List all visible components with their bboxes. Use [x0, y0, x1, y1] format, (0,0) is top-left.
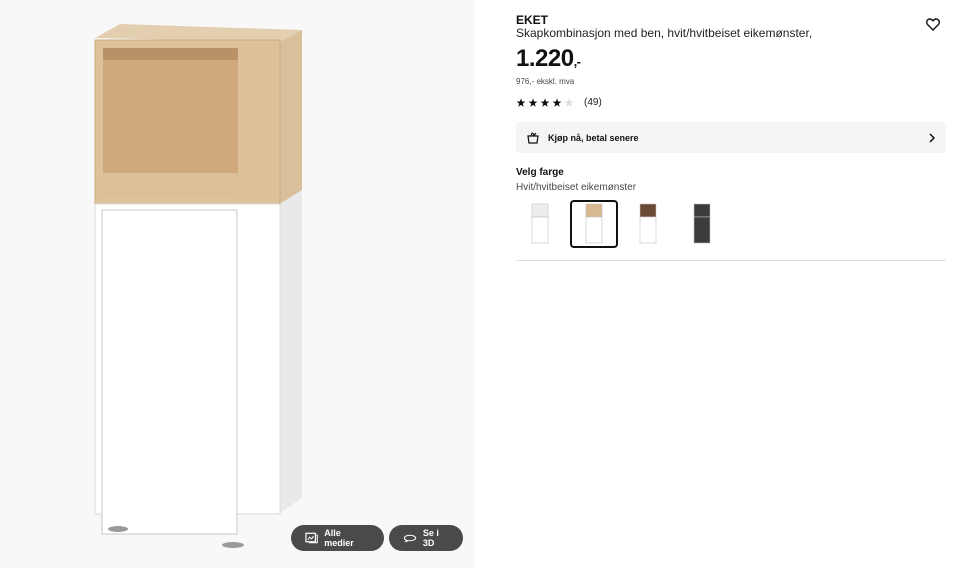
price-suffix: ,-: [573, 54, 581, 69]
gallery-icon: [305, 532, 318, 544]
color-swatch-white[interactable]: [516, 200, 564, 248]
all-media-label: Alle medier: [324, 528, 354, 548]
product-image[interactable]: [80, 18, 320, 553]
product-description: Skapkombinasjon med ben, hvit/hvitbeiset…: [516, 26, 813, 40]
review-count: (49): [584, 97, 602, 108]
chevron-right-icon: [929, 132, 936, 143]
all-media-button[interactable]: Alle medier: [291, 525, 384, 551]
color-swatch-white-oak[interactable]: [570, 200, 618, 248]
product-price: 1.220,-: [516, 45, 581, 73]
klarna-pay-later[interactable]: Kjøp nå, betal senere: [516, 122, 946, 153]
star-icon: [516, 97, 526, 107]
swatch-thumbnail: [585, 203, 603, 244]
swatch-thumbnail: [531, 203, 549, 244]
color-swatches: [516, 200, 726, 248]
color-selected-label: Hvit/hvitbeiset eikemønster: [516, 182, 637, 193]
klarna-bag-icon: [527, 132, 539, 144]
star-icon: [528, 97, 538, 107]
3d-icon: [403, 534, 417, 543]
view-3d-button[interactable]: Se i 3D: [389, 525, 463, 551]
color-swatch-dark-grey[interactable]: [678, 200, 726, 248]
star-icon: [552, 97, 562, 107]
rating[interactable]: (49): [516, 97, 602, 108]
price-excl-vat: 976,- ekskl. mva: [516, 77, 575, 86]
divider: [516, 260, 946, 261]
product-brand: EKET: [516, 13, 549, 27]
color-swatch-walnut-white[interactable]: [624, 200, 672, 248]
heart-icon[interactable]: [926, 18, 940, 31]
klarna-label: Kjøp nå, betal senere: [548, 132, 639, 143]
color-picker-title: Velg farge: [516, 167, 564, 178]
view-3d-label: Se i 3D: [422, 528, 439, 548]
star-icon: [540, 97, 550, 107]
rating-stars: [516, 97, 574, 107]
swatch-thumbnail: [693, 203, 711, 244]
star-icon: [564, 97, 574, 107]
price-main: 1.220: [516, 45, 574, 72]
product-gallery: Alle medier Se i 3D: [0, 0, 475, 568]
swatch-thumbnail: [639, 203, 657, 244]
